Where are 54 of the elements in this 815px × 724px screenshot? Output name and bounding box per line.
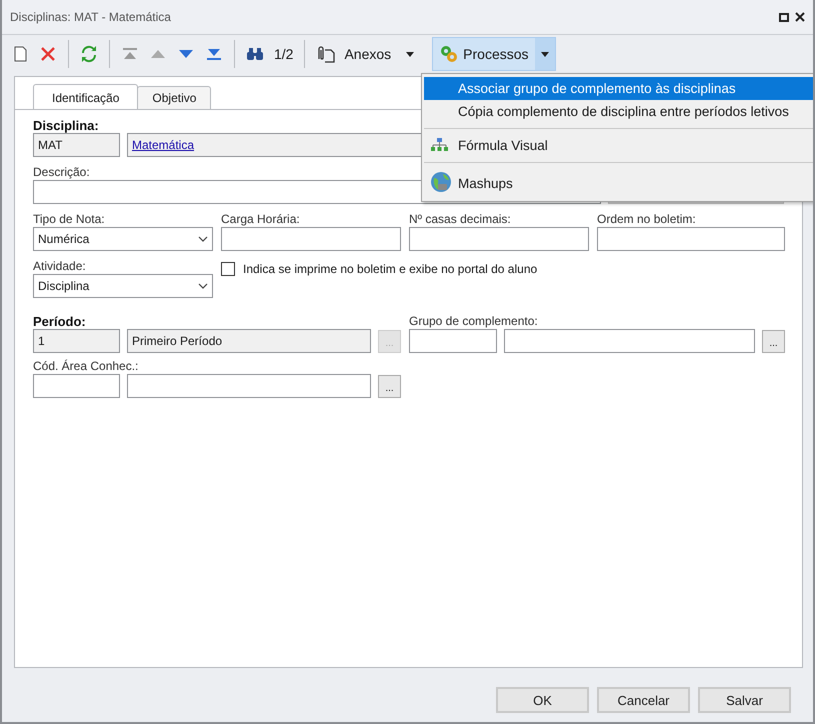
gears-icon: [439, 45, 460, 63]
dropdown-field[interactable]: Disciplina: [33, 274, 213, 298]
name-field[interactable]: [504, 329, 755, 353]
lookup-button[interactable]: ...: [762, 330, 785, 352]
menu-item[interactable]: Mashups: [424, 168, 813, 198]
globe-icon: [430, 171, 452, 193]
field-label: Tipo de Nota:: [33, 212, 106, 227]
window-title: Disciplinas: MAT - Matemática: [10, 10, 171, 24]
dropdown-field[interactable]: Numérica: [33, 227, 213, 251]
chevron-down-icon: [198, 236, 208, 242]
code-field[interactable]: [409, 329, 497, 353]
field-label: Nº casas decimais:: [409, 212, 512, 227]
subject-link[interactable]: Matemática: [132, 138, 194, 152]
field-label: Atividade:: [33, 259, 87, 274]
input-field[interactable]: [409, 227, 589, 251]
last-record-icon[interactable]: [206, 48, 222, 60]
field-label: Cód. Área Conhec.:: [33, 359, 140, 374]
attachments-button[interactable]: Anexos: [341, 46, 394, 62]
field-label: Disciplina:: [33, 118, 100, 133]
binoculars-icon[interactable]: [246, 47, 264, 61]
field-label: Período:: [33, 314, 87, 329]
record-counter: 1/2: [273, 46, 294, 62]
code-field[interactable]: MAT: [33, 133, 120, 157]
tab[interactable]: Identificação: [33, 84, 138, 109]
tab[interactable]: Objetivo: [137, 86, 212, 109]
refresh-icon[interactable]: [81, 45, 97, 63]
restore-icon[interactable]: [779, 12, 789, 22]
processes-button[interactable]: Processos: [432, 37, 556, 71]
checkbox-label: Indica se imprime no boletim e exibe no portal do aluno: [243, 262, 538, 276]
dropdown-arrow-icon: [540, 52, 549, 56]
hierarchy-icon: [430, 137, 448, 153]
up-arrow-icon[interactable]: [151, 50, 165, 58]
dialog-button[interactable]: Salvar: [698, 687, 791, 713]
dropdown-arrow-icon: [406, 52, 414, 56]
menu-item[interactable]: Associar grupo de complemento às disciplinas: [424, 77, 813, 100]
field-label: Ordem no boletim:: [597, 212, 697, 227]
field-label: Carga Horária:: [221, 212, 301, 227]
dialog-button[interactable]: OK: [496, 687, 589, 713]
down-arrow-icon[interactable]: [179, 50, 193, 58]
close-icon[interactable]: [795, 12, 805, 22]
menu-item[interactable]: Fórmula Visual: [424, 134, 813, 157]
dialog-button[interactable]: Cancelar: [597, 687, 690, 713]
input-field[interactable]: [221, 227, 401, 251]
new-document-icon[interactable]: [14, 46, 26, 62]
code-field[interactable]: [33, 374, 120, 398]
lookup-button[interactable]: ...: [378, 374, 401, 398]
field-label: Descrição:: [33, 165, 91, 180]
chevron-down-icon: [198, 283, 208, 289]
input-field[interactable]: [597, 227, 785, 251]
first-record-icon[interactable]: [122, 48, 138, 60]
field-label: Grupo de complemento:: [409, 314, 539, 329]
menu-item[interactable]: Cópia complemento de disciplina entre períodos letivos: [424, 100, 813, 123]
checkbox[interactable]: [221, 262, 235, 276]
name-field[interactable]: [127, 374, 371, 398]
